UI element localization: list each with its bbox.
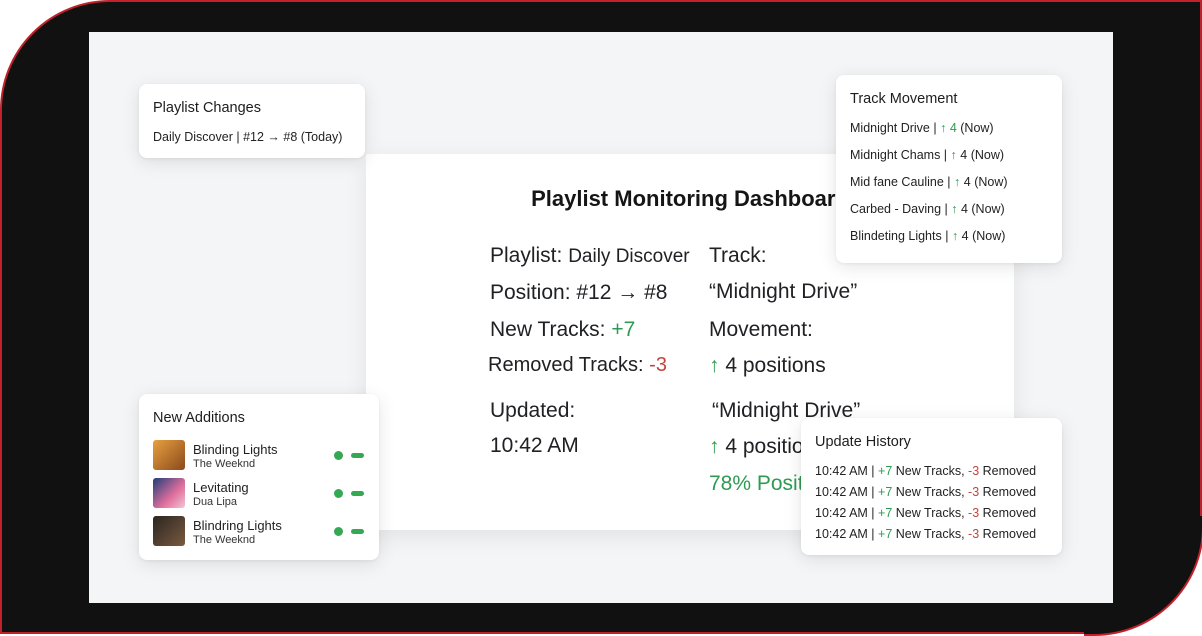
track-movement-card[interactable]: Track Movement Midnight Drive | ↑ 4 (Now…: [836, 75, 1062, 263]
status-dot-icon: [334, 489, 343, 498]
movement-time: (Now): [960, 121, 994, 135]
history-added: +7: [878, 506, 893, 520]
status-dot-icon: [334, 527, 343, 536]
up-arrow-icon: ↑: [709, 435, 720, 458]
update-history-title: Update History: [815, 434, 911, 450]
up-arrow-icon: ↑: [709, 354, 720, 377]
movement-count: 4: [960, 148, 968, 162]
track-artist: Dua Lipa: [193, 496, 238, 508]
history-time: 10:42 AM: [815, 506, 868, 520]
history-time: 10:42 AM: [815, 485, 868, 499]
history-row: 10:42 AM | +7 New Tracks, -3 Removed: [815, 506, 1037, 520]
track-name: Midnight Drive: [850, 121, 930, 135]
track-movement-row: Midnight Chams | ↑ 4 (Now): [850, 148, 1005, 162]
track-artist: The Weeknd: [193, 458, 256, 470]
playlist-value: Daily Discover: [568, 246, 690, 267]
track-movement-title: Track Movement: [850, 91, 958, 107]
history-removed-label: Removed: [982, 485, 1037, 499]
movement-time: (Now): [972, 229, 1006, 243]
removed-tracks-row: Removed Tracks: -3: [488, 354, 667, 377]
up-arrow-icon: ↑: [940, 121, 947, 135]
track-movement-row: Carbed - Daving | ↑ 4 (Now): [850, 202, 1005, 216]
movement-value: 4 positions: [725, 354, 826, 377]
track-name: Blindeting Lights: [850, 229, 942, 243]
up-arrow-icon: ↑: [950, 148, 957, 162]
movement-time: (Now): [970, 148, 1005, 162]
playlist-label: Playlist:: [490, 244, 563, 267]
album-art-thumbnail: [153, 478, 185, 508]
history-row: 10:42 AM | +7 New Tracks, -3 Removed: [815, 464, 1037, 478]
position-text: Position: #12 → #8: [490, 281, 668, 304]
updated-value: 10:42 AM: [490, 434, 579, 457]
history-row: 10:42 AM | +7 New Tracks, -3 Removed: [815, 527, 1037, 541]
playlist-row: Playlist: Daily Discover: [490, 244, 690, 268]
status-dash-icon: [351, 529, 364, 534]
history-added-label: New Tracks,: [895, 464, 965, 478]
track-title: Levitating: [193, 480, 249, 495]
new-additions-card[interactable]: New Additions Blinding Lights The Weeknd…: [139, 394, 379, 560]
history-removed-label: Removed: [982, 464, 1037, 478]
track-name: Midnight Chams: [850, 148, 941, 162]
history-time: 10:42 AM: [815, 464, 868, 478]
dashboard-canvas: Playlist Monitoring Dashboard Playlist: …: [89, 32, 1113, 603]
history-row: 10:42 AM | +7 New Tracks, -3 Removed: [815, 485, 1037, 499]
movement-count: 4: [960, 202, 968, 216]
history-removed: -3: [968, 485, 980, 499]
history-time: 10:42 AM: [815, 527, 868, 541]
new-tracks-value: +7: [611, 318, 636, 341]
track-movement-row: Midnight Drive | ↑ 4 (Now): [850, 121, 994, 135]
history-removed-label: Removed: [982, 506, 1037, 520]
updated-label: Updated:: [490, 399, 576, 422]
track-movement-row: Blindeting Lights | ↑ 4 (Now): [850, 229, 1006, 243]
history-removed-label: Removed: [982, 527, 1037, 541]
movement-count: 4: [963, 175, 971, 189]
track-name: Carbed - Daving: [850, 202, 942, 216]
playlist-changes-card[interactable]: Playlist Changes Daily Discover | #12 → …: [139, 84, 365, 158]
movement-time: (Now): [974, 175, 1008, 189]
album-art-thumbnail: [153, 516, 185, 546]
history-added: +7: [878, 527, 893, 541]
history-added: +7: [878, 464, 893, 478]
removed-tracks-value: -3: [649, 354, 667, 376]
status-dash-icon: [351, 491, 364, 496]
status-dot-icon: [334, 451, 343, 460]
status-dash-icon: [351, 453, 364, 458]
movement-time: (Now): [971, 202, 1005, 216]
track-artist: The Weeknd: [193, 534, 256, 546]
new-tracks-row: New Tracks: +7: [490, 318, 635, 342]
movement-row: ↑ 4 positions: [709, 354, 826, 378]
history-added-label: New Tracks,: [895, 485, 965, 499]
album-art-thumbnail: [153, 440, 185, 470]
track-title: Blinding Lights: [193, 442, 278, 457]
up-arrow-icon: ↑: [951, 202, 958, 216]
up-arrow-icon: ↑: [951, 229, 959, 243]
playlist-changes-line: Daily Discover | #12 → #8 (Today): [153, 130, 343, 144]
history-removed: -3: [968, 464, 980, 478]
new-additions-title: New Additions: [153, 410, 245, 426]
track-label: Track:: [709, 244, 767, 267]
track-name: “Midnight Drive”: [709, 280, 858, 303]
history-added-label: New Tracks,: [895, 527, 965, 541]
movement-label: Movement:: [709, 318, 813, 341]
removed-tracks-label: Removed Tracks:: [488, 354, 644, 376]
up-arrow-icon: ↑: [954, 175, 961, 189]
movement-count: 4: [961, 229, 969, 243]
history-added: +7: [878, 485, 893, 499]
history-removed: -3: [968, 506, 980, 520]
new-tracks-label: New Tracks:: [490, 318, 606, 341]
track-movement-row: Mid fane Cauline | ↑ 4 (Now): [850, 175, 1008, 189]
history-removed: -3: [968, 527, 980, 541]
movement-count: 4: [949, 121, 957, 135]
update-history-card[interactable]: Update History 10:42 AM | +7 New Tracks,…: [801, 418, 1062, 555]
playlist-changes-title: Playlist Changes: [153, 100, 261, 116]
track-name: Mid fane Cauline: [850, 175, 944, 189]
track-title: Blindring Lights: [193, 518, 282, 533]
history-added-label: New Tracks,: [895, 506, 965, 520]
